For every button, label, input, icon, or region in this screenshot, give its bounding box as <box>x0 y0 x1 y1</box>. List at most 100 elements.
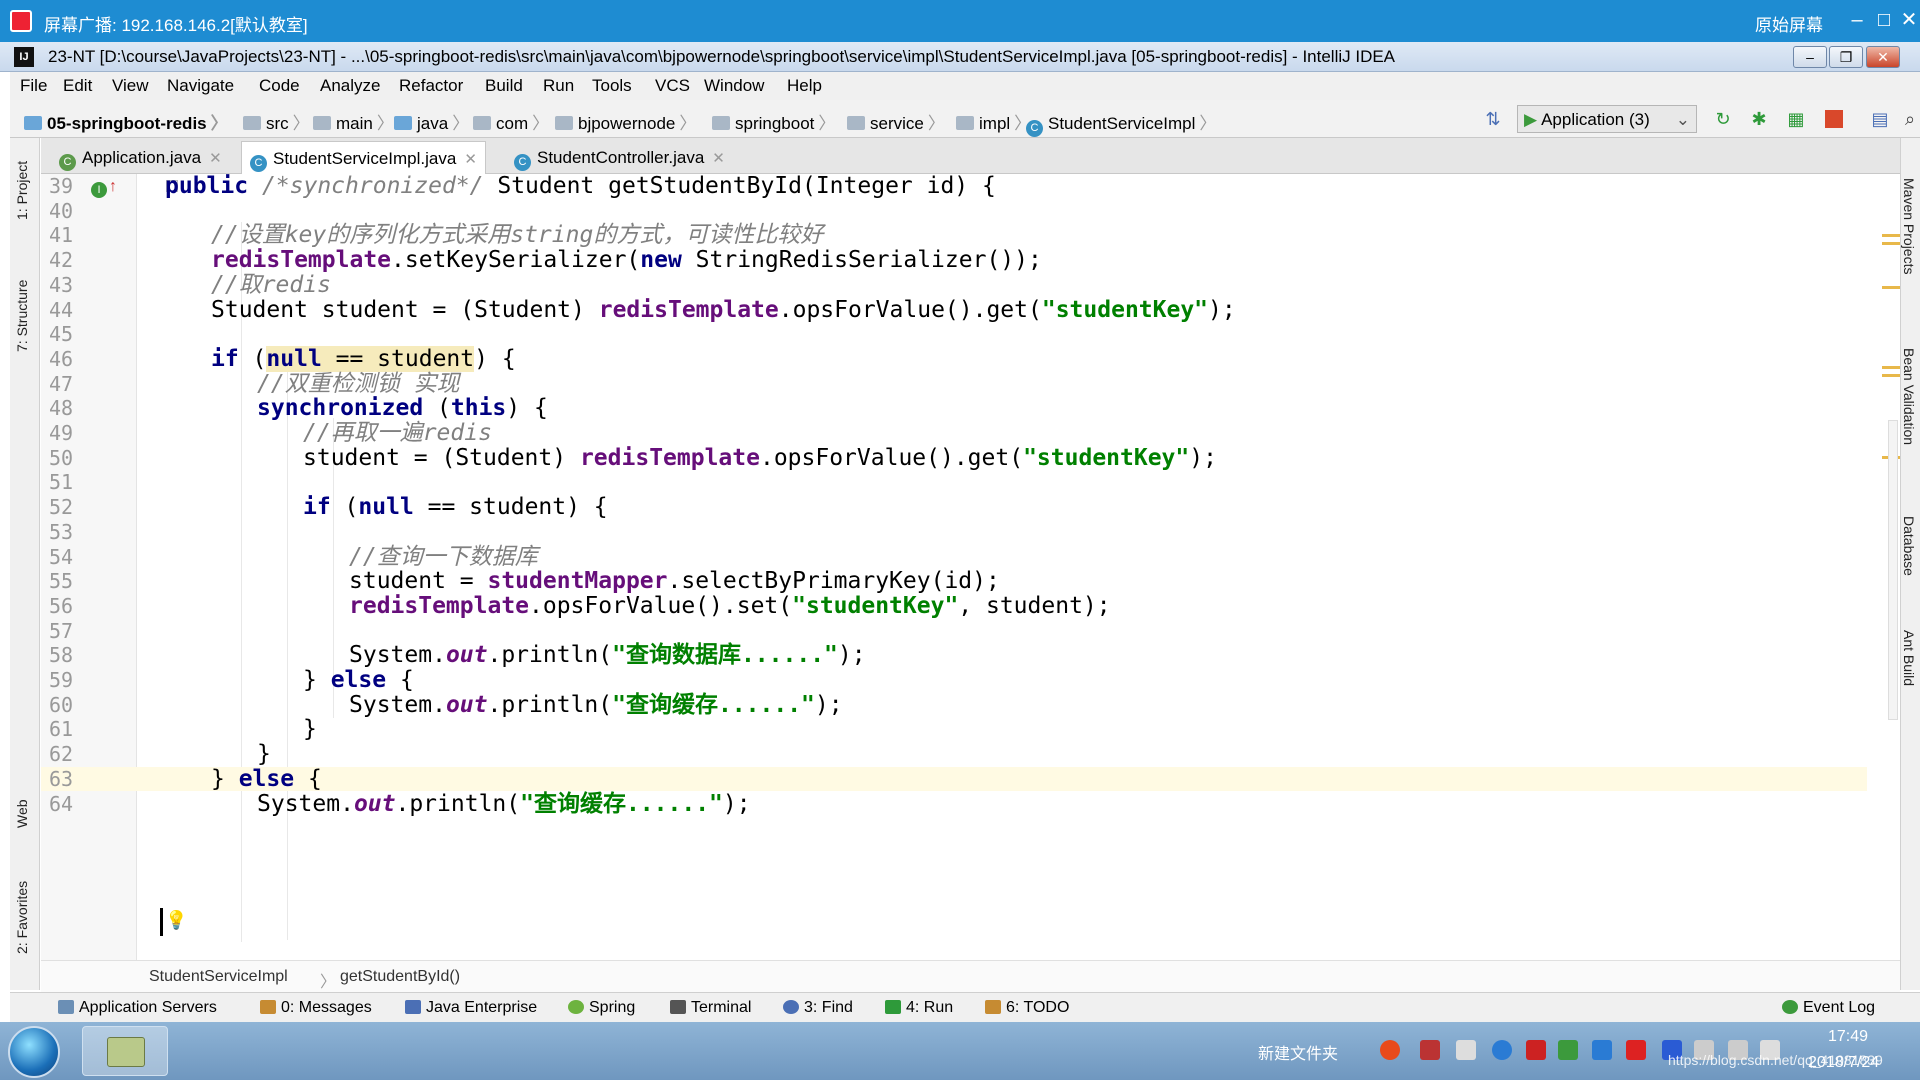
close-icon[interactable]: ✕ <box>1895 7 1920 33</box>
code-line[interactable]: 44 Student student = (Student) redisTempl… <box>41 297 1867 323</box>
tool-application-servers[interactable]: Application Servers <box>58 999 217 1017</box>
original-screen-button[interactable]: 原始屏幕 <box>1755 11 1823 36</box>
code-line[interactable]: 61} <box>41 717 1867 742</box>
code-line[interactable]: 57 <box>41 619 1867 644</box>
tool-project[interactable]: 1: Project <box>14 161 30 220</box>
code-line[interactable]: 59} else { <box>41 668 1867 693</box>
maximize-icon[interactable]: □ <box>1870 7 1898 33</box>
tool-event-log[interactable]: Event Log <box>1782 999 1875 1017</box>
window-restore-icon[interactable]: ❐ <box>1829 46 1863 68</box>
tool-structure[interactable]: 7: Structure <box>14 280 30 352</box>
window-close-icon[interactable]: ✕ <box>1866 46 1900 68</box>
tray-folder-label[interactable]: 新建文件夹 <box>1258 1040 1338 1064</box>
code-line[interactable]: 48 synchronized (this) { <box>41 396 1867 421</box>
code-line[interactable]: 52 if (null == student) { <box>41 495 1867 520</box>
code-line[interactable]: 51 <box>41 470 1867 495</box>
sort-icon[interactable]: ⇅ <box>1483 109 1503 129</box>
tool-web[interactable]: Web <box>14 799 30 828</box>
close-icon[interactable]: ✕ <box>464 151 477 168</box>
code-line[interactable]: 39 public /*synchronized*/ Student getStu… <box>41 174 1867 199</box>
coverage-icon[interactable]: ▦ <box>1786 109 1806 129</box>
pdf-icon[interactable] <box>1526 1040 1546 1060</box>
project-structure-icon[interactable]: ▤ <box>1870 109 1890 129</box>
start-button[interactable] <box>8 1026 60 1078</box>
crumb-class[interactable]: C StudentServiceImpl 〉 <box>1026 109 1216 137</box>
code-line[interactable]: 62} <box>41 742 1867 767</box>
breadcrumb-method[interactable]: getStudentById() <box>340 968 460 986</box>
window-minimize-icon[interactable]: – <box>1793 46 1827 68</box>
debug-icon[interactable]: ✱ <box>1749 109 1769 129</box>
crumb-impl[interactable]: impl 〉 <box>956 109 1031 134</box>
tray-app-icon[interactable] <box>1420 1040 1440 1060</box>
crumb-com[interactable]: com 〉 <box>473 109 549 134</box>
code-line[interactable]: 54 //查询一下数据库 <box>41 544 1867 570</box>
crumb-springboot[interactable]: springboot 〉 <box>712 109 835 134</box>
stop-icon[interactable] <box>1825 110 1843 128</box>
code-line[interactable]: 49 //再取一遍redis <box>41 421 1867 446</box>
crumb-main[interactable]: main 〉 <box>313 109 394 134</box>
error-stripe[interactable] <box>1876 174 1900 960</box>
crumb-src[interactable]: src 〉 <box>243 109 310 134</box>
tool-java-enterprise[interactable]: Java Enterprise <box>405 999 537 1017</box>
tab-studentserviceimpl[interactable]: C StudentServiceImpl.java ✕ <box>241 141 486 174</box>
crumb-java[interactable]: java 〉 <box>394 109 469 134</box>
tool-favorites[interactable]: 2: Favorites <box>14 881 30 954</box>
code-line[interactable]: 58 System.out.println("查询数据库......"); <box>41 643 1867 668</box>
code-line[interactable]: 56 redisTemplate.opsForValue().set("stude… <box>41 594 1867 619</box>
tool-terminal[interactable]: Terminal <box>670 999 751 1017</box>
crumb-project[interactable]: 05-springboot-redis 〉 <box>24 109 228 134</box>
search-icon[interactable]: ⌕ <box>1900 109 1920 129</box>
code-line[interactable]: 46 if (null == student) { <box>41 345 1867 372</box>
menu-run[interactable]: Run <box>543 76 574 96</box>
tool-bean-validation[interactable]: Bean Validation <box>1901 348 1917 445</box>
code-line[interactable]: 55 student = studentMapper.selectByPrimar… <box>41 569 1867 594</box>
crumb-bjpowernode[interactable]: bjpowernode 〉 <box>555 109 696 134</box>
menu-analyze[interactable]: Analyze <box>320 76 380 96</box>
sogou-icon[interactable] <box>1380 1040 1400 1060</box>
menu-tools[interactable]: Tools <box>592 76 632 96</box>
wifi-icon[interactable] <box>1492 1040 1512 1060</box>
tab-application[interactable]: C Application.java ✕ <box>51 141 230 174</box>
crumb-service[interactable]: service 〉 <box>847 109 945 134</box>
code-line[interactable]: 42 redisTemplate.setKeySerializer(new Str… <box>41 248 1867 273</box>
tool-messages[interactable]: 0: Messages <box>260 999 372 1017</box>
network-icon[interactable] <box>1456 1040 1476 1060</box>
tray-blue-icon[interactable] <box>1592 1040 1612 1060</box>
tool-todo[interactable]: 6: TODO <box>985 999 1069 1017</box>
code-line[interactable]: 50 student = (Student) redisTemplate.opsF… <box>41 445 1867 471</box>
taskbar-app-button[interactable] <box>82 1026 168 1076</box>
tool-run[interactable]: 4: Run <box>885 999 953 1017</box>
menu-view[interactable]: View <box>112 76 149 96</box>
code-area[interactable]: 39 public /*synchronized*/ Student getStu… <box>41 174 1867 960</box>
tool-maven[interactable]: Maven Projects <box>1901 178 1917 274</box>
menu-edit[interactable]: Edit <box>63 76 92 96</box>
menu-window[interactable]: Window <box>704 76 764 96</box>
code-editor[interactable]: I ↑ 💡 39 public /*synchronized*/ Student … <box>41 174 1900 960</box>
run-configuration-select[interactable]: ▶ Application (3) ⌄ <box>1517 105 1697 133</box>
broadcast-tray-icon[interactable] <box>1626 1040 1646 1060</box>
menu-refactor[interactable]: Refactor <box>399 76 463 96</box>
minimize-icon[interactable]: – <box>1843 7 1871 33</box>
code-line[interactable]: 63} else { <box>41 766 1867 792</box>
menu-vcs[interactable]: VCS <box>655 76 690 96</box>
menu-file[interactable]: File <box>20 76 47 96</box>
tab-studentcontroller[interactable]: C StudentController.java ✕ <box>506 141 733 174</box>
tool-ant-build[interactable]: Ant Build <box>1901 630 1917 686</box>
rerun-icon[interactable]: ↻ <box>1713 109 1733 129</box>
menu-code[interactable]: Code <box>259 76 300 96</box>
tool-find[interactable]: 3: Find <box>783 999 853 1017</box>
clock-time[interactable]: 17:49 <box>1828 1028 1868 1046</box>
close-icon[interactable]: ✕ <box>209 150 222 167</box>
code-line[interactable]: 60 System.out.println("查询缓存......"); <box>41 692 1867 718</box>
update-icon[interactable] <box>1558 1040 1578 1060</box>
code-line[interactable]: 40 <box>41 199 1867 224</box>
code-line[interactable]: 41 //设置key的序列化方式采用string的方式，可读性比较好 <box>41 223 1867 248</box>
code-line[interactable]: 45 <box>41 322 1867 347</box>
code-line[interactable]: 64 System.out.println("查询缓存......"); <box>41 791 1867 817</box>
menu-navigate[interactable]: Navigate <box>167 76 234 96</box>
tool-database[interactable]: Database <box>1901 516 1917 576</box>
code-line[interactable]: 47 //双重检测锁 实现 <box>41 371 1867 397</box>
code-line[interactable]: 53 <box>41 520 1867 545</box>
close-icon[interactable]: ✕ <box>712 150 725 167</box>
tool-spring[interactable]: Spring <box>568 999 635 1017</box>
